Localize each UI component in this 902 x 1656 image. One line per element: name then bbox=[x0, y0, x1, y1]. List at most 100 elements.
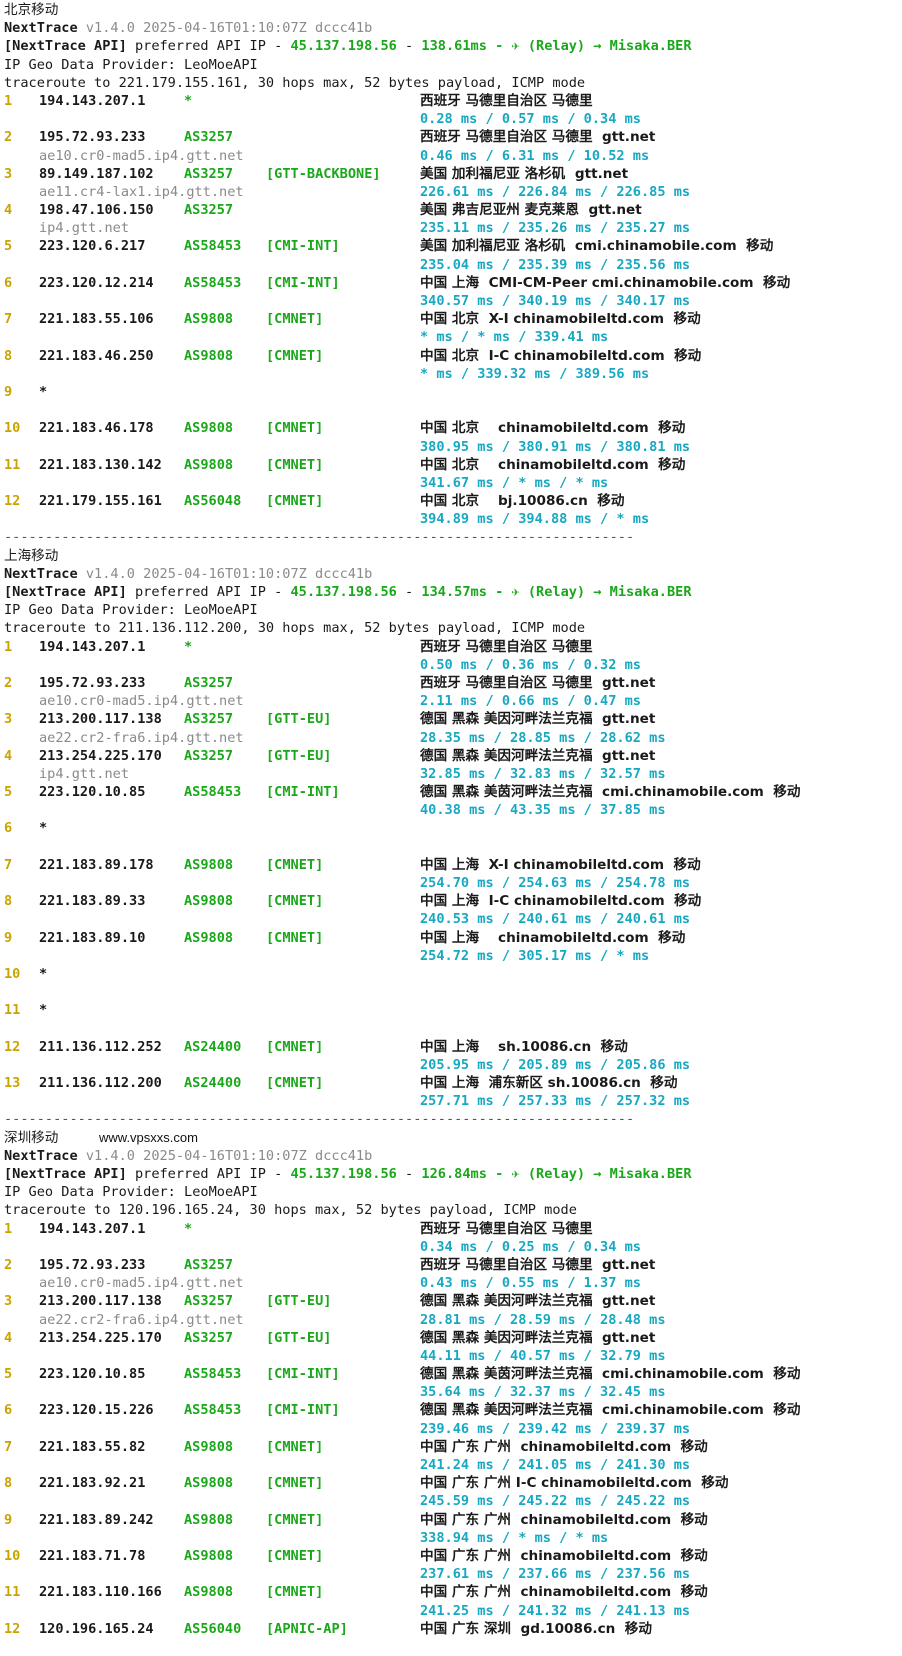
hop-number: 1 bbox=[4, 1220, 13, 1237]
hop-row: 1 194.143.207.1 * 西班牙 马德里自治区 马德里 bbox=[4, 638, 898, 656]
hop-rtt: 0.50 ms / 0.36 ms / 0.32 ms bbox=[420, 656, 641, 673]
hop-row: 6 * bbox=[4, 819, 898, 837]
traceroute-line: traceroute to 211.136.112.200, 30 hops m… bbox=[4, 620, 586, 637]
hop-tag: [CMNET] bbox=[266, 456, 324, 473]
hop-geo: 西班牙 马德里自治区 马德里 bbox=[420, 92, 593, 109]
hop-ip: 221.183.89.178 bbox=[39, 856, 154, 873]
hop-asn: * bbox=[184, 92, 193, 109]
hop-geo: 中国 广东 广州 chinamobileltd.com 移动 bbox=[420, 1511, 708, 1528]
hop-geo: 中国 上海 I-C chinamobileltd.com 移动 bbox=[420, 893, 702, 910]
hop-geo: 美国 弗吉尼亚州 麦克莱恩 gtt.net bbox=[420, 202, 642, 219]
hop-tag: [CMI-INT] bbox=[266, 1402, 340, 1419]
hop-geo: 德国 黑森 美因河畔法兰克福 gtt.net bbox=[420, 747, 656, 764]
hop-detail-row: 254.70 ms / 254.63 ms / 254.78 ms bbox=[4, 874, 898, 892]
hop-row: 7 221.183.89.178 AS9808 [CMNET] 中国 上海 X-I ch… bbox=[4, 856, 898, 874]
hop-ip: 195.72.93.233 bbox=[39, 674, 146, 691]
trace-section: 上海移动 NextTrace v1.4.0 2025-04-16T01:10:07… bbox=[4, 547, 898, 1129]
hop-rtt: 35.64 ms / 32.37 ms / 32.45 ms bbox=[420, 1384, 666, 1401]
hop-ip: 198.47.106.150 bbox=[39, 202, 154, 219]
hop-ip: 221.183.130.142 bbox=[39, 456, 162, 473]
hop-number: 8 bbox=[4, 893, 13, 910]
hop-geo: 美国 加利福尼亚 洛杉矶 gtt.net bbox=[420, 165, 629, 182]
hop-detail-row: 0.28 ms / 0.57 ms / 0.34 ms bbox=[4, 110, 898, 128]
hop-detail-row: ip4.gtt.net 32.85 ms / 32.83 ms / 32.57 m… bbox=[4, 765, 898, 783]
hop-number: 5 bbox=[4, 1366, 13, 1383]
hop-ip: * bbox=[39, 965, 48, 982]
hop-asn: AS24400 bbox=[184, 1075, 242, 1092]
terminal-output: 北京移动 NextTrace v1.4.0 2025-04-16T01:10:07… bbox=[4, 1, 898, 1656]
hop-row: 7 221.183.55.82 AS9808 [CMNET] 中国 广东 广州 chin… bbox=[4, 1438, 898, 1456]
nexttrace-version-line: NextTrace v1.4.0 2025-04-16T01:10:07Z dc… bbox=[4, 565, 898, 583]
hop-geo: 中国 上海 sh.10086.cn 移动 bbox=[420, 1038, 628, 1055]
hop-rtt: 2.11 ms / 0.66 ms / 0.47 ms bbox=[420, 693, 641, 710]
hop-rtt: 0.28 ms / 0.57 ms / 0.34 ms bbox=[420, 111, 641, 128]
hop-ip: 221.183.46.178 bbox=[39, 420, 154, 437]
hop-rtt: 338.94 ms / * ms / * ms bbox=[420, 1529, 609, 1546]
hop-tag: [CMI-INT] bbox=[266, 238, 340, 255]
hop-number: 11 bbox=[4, 1002, 21, 1019]
hop-hostname: ip4.gtt.net bbox=[39, 765, 130, 782]
api-prefix: [NextTrace API] bbox=[4, 38, 127, 55]
hop-ip: 195.72.93.233 bbox=[39, 129, 146, 146]
hop-geo: 中国 广东 广州 chinamobileltd.com 移动 bbox=[420, 1584, 708, 1601]
hop-row: 5 223.120.6.217 AS58453 [CMI-INT] 美国 加利福尼亚 洛… bbox=[4, 237, 898, 255]
hop-hostname: ae22.cr2-fra6.ip4.gtt.net bbox=[39, 729, 244, 746]
hop-ip: 213.254.225.170 bbox=[39, 747, 162, 764]
hop-ip: 211.136.112.200 bbox=[39, 1075, 162, 1092]
nexttrace-version: v1.4.0 2025-04-16T01:10:07Z dccc41b bbox=[85, 1147, 373, 1164]
hop-row: 1 194.143.207.1 * 西班牙 马德里自治区 马德里 bbox=[4, 92, 898, 110]
hop-asn: AS3257 bbox=[184, 1256, 234, 1273]
hop-rtt: 240.53 ms / 240.61 ms / 240.61 ms bbox=[420, 911, 691, 928]
hop-geo: 西班牙 马德里自治区 马德里 gtt.net bbox=[420, 674, 656, 691]
api-relay: - ✈ (Relay) → Misaka.BER bbox=[486, 1166, 692, 1182]
hop-rtt: 254.70 ms / 254.63 ms / 254.78 ms bbox=[420, 875, 691, 891]
hop-detail-row: ae22.cr2-fra6.ip4.gtt.net 28.35 ms / 28.8… bbox=[4, 729, 898, 747]
hop-row: 10 221.183.46.178 AS9808 [CMNET] 中国 北京 china… bbox=[4, 419, 898, 437]
hop-rtt: 245.59 ms / 245.22 ms / 245.22 ms bbox=[420, 1493, 691, 1510]
nexttrace-name: NextTrace bbox=[4, 1147, 78, 1164]
hop-number: 9 bbox=[4, 383, 13, 400]
hop-detail-row: 235.04 ms / 235.39 ms / 235.56 ms bbox=[4, 256, 898, 274]
hop-detail-row: * ms / 339.32 ms / 389.56 ms bbox=[4, 365, 898, 383]
hop-ip: 221.183.89.242 bbox=[39, 1511, 154, 1528]
section-separator: ----------------------------------------… bbox=[4, 529, 635, 546]
hop-detail-row: ae10.cr0-mad5.ip4.gtt.net 2.11 ms / 0.66 … bbox=[4, 692, 898, 710]
section-title-line: 深圳移动 www.vpsxxs.com bbox=[4, 1129, 898, 1147]
hop-ip: * bbox=[39, 820, 48, 837]
hop-number: 7 bbox=[4, 856, 13, 873]
hop-tag: [CMI-INT] bbox=[266, 1366, 340, 1383]
hop-asn: AS9808 bbox=[184, 929, 234, 946]
hop-ip: 195.72.93.233 bbox=[39, 1256, 146, 1273]
hop-rtt: 28.35 ms / 28.85 ms / 28.62 ms bbox=[420, 729, 666, 746]
hop-row: 9 221.183.89.10 AS9808 [CMNET] 中国 上海 chinamo… bbox=[4, 929, 898, 947]
hop-tag: [CMNET] bbox=[266, 929, 324, 946]
hop-asn: AS9808 bbox=[184, 311, 234, 328]
api-dash: - bbox=[396, 584, 422, 600]
hop-row: 10 221.183.71.78 AS9808 [CMNET] 中国 广东 广州 chi… bbox=[4, 1547, 898, 1565]
hop-tag: [CMI-INT] bbox=[266, 274, 340, 291]
hop-asn: AS9808 bbox=[184, 1547, 234, 1564]
hop-geo: 德国 黑森 美因河畔法兰克福 cmi.chinamobile.com 移动 bbox=[420, 1402, 801, 1419]
hop-detail-row: 257.71 ms / 257.33 ms / 257.32 ms bbox=[4, 1092, 898, 1110]
hop-detail-row: 35.64 ms / 32.37 ms / 32.45 ms bbox=[4, 1383, 898, 1401]
hop-number: 4 bbox=[4, 202, 13, 219]
hop-number: 4 bbox=[4, 747, 13, 764]
hop-row: 10 * bbox=[4, 965, 898, 983]
hop-tag: [GTT-EU] bbox=[266, 1293, 332, 1310]
hop-detail-row: 239.46 ms / 239.42 ms / 239.37 ms bbox=[4, 1420, 898, 1438]
traceroute-line: traceroute to 120.196.165.24, 30 hops ma… bbox=[4, 1202, 577, 1219]
section-title-line: 上海移动 bbox=[4, 547, 898, 565]
hop-asn: AS9808 bbox=[184, 347, 234, 364]
section-title: 深圳移动 bbox=[4, 1129, 59, 1146]
hop-row: 8 221.183.92.21 AS9808 [CMNET] 中国 广东 广州 I-C … bbox=[4, 1474, 898, 1492]
trace-section: 深圳移动 www.vpsxxs.com NextTrace v1.4.0 2025-… bbox=[4, 1129, 898, 1656]
hop-number: 6 bbox=[4, 274, 13, 291]
hop-row: 4 213.254.225.170 AS3257 [GTT-EU] 德国 黑森 美因河畔… bbox=[4, 1329, 898, 1347]
geo-provider-line: IP Geo Data Provider: LeoMoeAPI bbox=[4, 602, 258, 619]
hop-number: 3 bbox=[4, 165, 13, 182]
hop-row: 3 213.200.117.138 AS3257 [GTT-EU] 德国 黑森 美因河畔… bbox=[4, 1292, 898, 1310]
hop-rtt: 235.11 ms / 235.26 ms / 235.27 ms bbox=[420, 220, 691, 237]
hop-asn: AS9808 bbox=[184, 856, 234, 873]
